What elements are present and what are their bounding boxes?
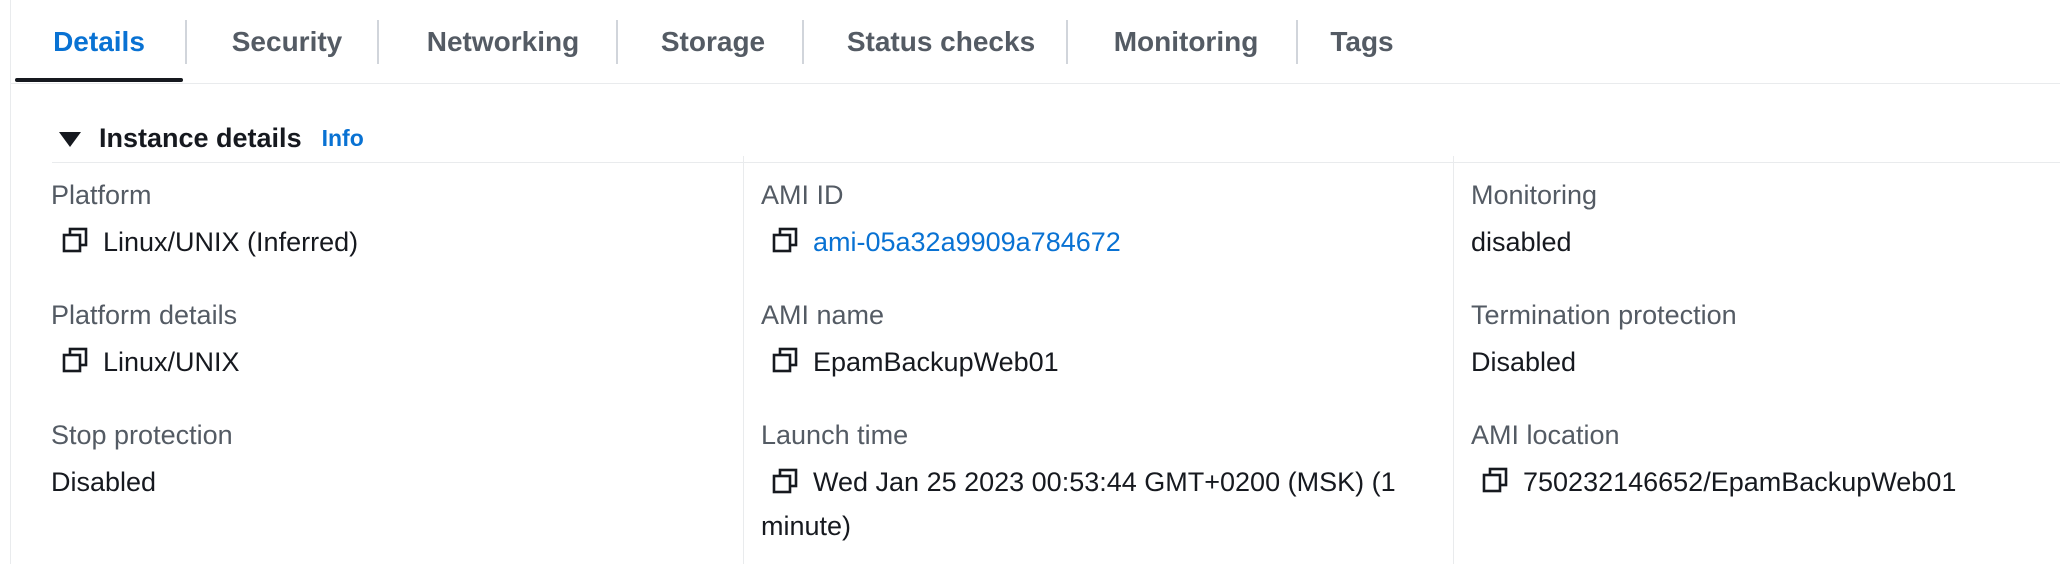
field-label: Monitoring xyxy=(1471,180,1598,210)
monitoring-value: disabled xyxy=(1471,227,1572,257)
field-label: AMI location xyxy=(1471,420,1620,450)
column-divider xyxy=(1453,156,1454,564)
field-launch-time: Launch time Wed Jan 25 2023 00:53:44 GMT… xyxy=(761,418,1441,548)
ami-id-link[interactable]: ami-05a32a9909a784672 xyxy=(813,220,1121,264)
field-label: Launch time xyxy=(761,420,909,450)
copy-icon[interactable] xyxy=(771,226,799,254)
field-label: Termination protection xyxy=(1471,300,1737,330)
caret-down-icon[interactable] xyxy=(59,131,81,147)
termination-protection-value: Disabled xyxy=(1471,347,1577,377)
section-divider xyxy=(52,162,2060,163)
tab-separator xyxy=(1066,20,1068,64)
active-tab-indicator xyxy=(15,78,183,82)
field-ami-id: AMI ID ami-05a32a9909a784672 xyxy=(761,178,1121,264)
field-label: AMI ID xyxy=(761,180,844,210)
tab-details[interactable]: Details xyxy=(15,0,183,84)
platform-details-value: Linux/UNIX xyxy=(103,347,240,377)
section-header[interactable]: Instance details Info xyxy=(59,118,364,158)
platform-value: Linux/UNIX (Inferred) xyxy=(103,227,359,257)
stop-protection-value: Disabled xyxy=(51,467,157,497)
copy-icon[interactable] xyxy=(771,346,799,374)
ami-location-value: 750232146652/EpamBackupWeb01 xyxy=(1523,467,1957,497)
field-label: Stop protection xyxy=(51,420,233,450)
tab-networking[interactable]: Networking xyxy=(381,0,625,84)
field-value-row: Disabled xyxy=(1471,340,1737,384)
ami-name-value: EpamBackupWeb01 xyxy=(813,347,1059,377)
tab-monitoring[interactable]: Monitoring xyxy=(1070,0,1302,84)
field-ami-location: AMI location 750232146652/EpamBackupWeb0… xyxy=(1471,418,1956,504)
field-platform-details: Platform details Linux/UNIX xyxy=(51,298,240,384)
copy-icon[interactable] xyxy=(771,467,799,495)
field-label: Platform details xyxy=(51,300,238,330)
section-title: Instance details xyxy=(99,122,302,153)
tab-bar: Details Security Networking Storage Stat… xyxy=(11,0,2060,84)
launch-time-value: Wed Jan 25 2023 00:53:44 GMT+0200 (MSK) … xyxy=(761,467,1396,541)
tab-separator xyxy=(616,20,618,64)
tab-status-checks[interactable]: Status checks xyxy=(806,0,1076,84)
field-value-row: ami-05a32a9909a784672 xyxy=(761,220,1121,264)
field-value-row: Wed Jan 25 2023 00:53:44 GMT+0200 (MSK) … xyxy=(761,460,1441,548)
field-value-row: Disabled xyxy=(51,460,233,504)
tab-storage[interactable]: Storage xyxy=(620,0,806,84)
field-monitoring: Monitoring disabled xyxy=(1471,178,1597,264)
tab-separator xyxy=(185,20,187,64)
field-label: AMI name xyxy=(761,300,885,330)
tab-tags[interactable]: Tags xyxy=(1300,0,1424,84)
field-label: Platform xyxy=(51,180,152,210)
tab-separator xyxy=(377,20,379,64)
copy-icon[interactable] xyxy=(61,346,89,374)
tab-security[interactable]: Security xyxy=(189,0,385,84)
field-value-row: 750232146652/EpamBackupWeb01 xyxy=(1471,460,1956,504)
field-termination-protection: Termination protection Disabled xyxy=(1471,298,1737,384)
field-value-row: Linux/UNIX xyxy=(51,340,240,384)
field-value-row: EpamBackupWeb01 xyxy=(761,340,1059,384)
column-divider xyxy=(743,156,744,564)
field-stop-protection: Stop protection Disabled xyxy=(51,418,233,504)
instance-details-panel: Details Security Networking Storage Stat… xyxy=(10,0,2060,564)
field-value-row: disabled xyxy=(1471,220,1597,264)
field-value-row: Linux/UNIX (Inferred) xyxy=(51,220,358,264)
info-link[interactable]: Info xyxy=(322,125,364,152)
tab-separator xyxy=(1296,20,1298,64)
copy-icon[interactable] xyxy=(1481,466,1509,494)
field-platform: Platform Linux/UNIX (Inferred) xyxy=(51,178,358,264)
field-ami-name: AMI name EpamBackupWeb01 xyxy=(761,298,1059,384)
copy-icon[interactable] xyxy=(61,226,89,254)
tab-separator xyxy=(802,20,804,64)
